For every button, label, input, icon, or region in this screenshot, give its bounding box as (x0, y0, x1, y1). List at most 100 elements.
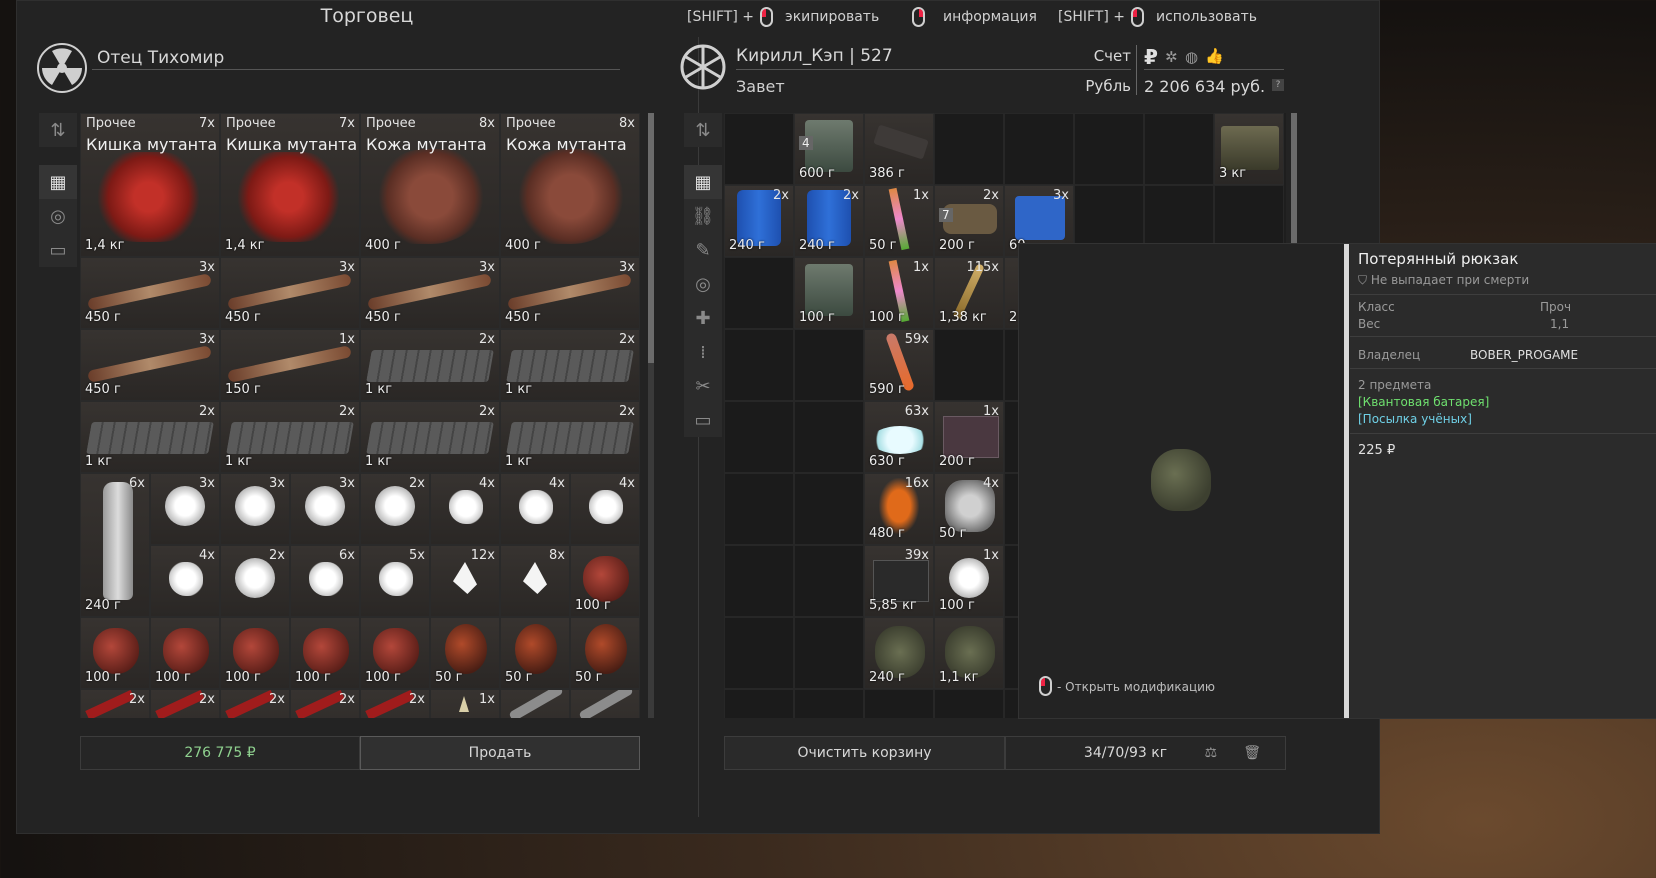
item-cell[interactable]: Прочее Кишка мутанта 7x 1,4 кг (220, 113, 360, 257)
item-cell[interactable] (570, 689, 640, 718)
empty-slot[interactable] (794, 617, 864, 689)
item-cell[interactable]: 4x (150, 545, 220, 617)
item-cell[interactable]: Прочее Кишка мутанта 7x 1,4 кг (80, 113, 220, 257)
item-cell[interactable]: 3x (220, 473, 290, 545)
tools-icon[interactable]: ✂ (684, 369, 722, 403)
item-cell[interactable]: 2x 1 кг (80, 401, 220, 473)
empty-slot[interactable] (724, 113, 794, 185)
empty-slot[interactable] (794, 545, 864, 617)
item-cell[interactable]: 2x 240 г (724, 185, 794, 257)
item-cell[interactable]: 2x (360, 473, 430, 545)
artifact-filter-icon[interactable]: ◎ (39, 199, 77, 233)
knife-icon[interactable]: ✎ (684, 233, 722, 267)
item-cell[interactable]: 100 г (80, 617, 150, 689)
item-cell[interactable]: 3x 450 г (360, 257, 500, 329)
empty-slot[interactable] (794, 473, 864, 545)
ammo-icon[interactable]: ⁞ (684, 335, 722, 369)
item-cell[interactable]: 2x (80, 689, 150, 718)
item-cell[interactable]: 2x 1 кг (360, 401, 500, 473)
item-cell[interactable]: 63x 630 г (864, 401, 934, 473)
item-cell[interactable]: 3x 450 г (500, 257, 640, 329)
item-cell[interactable]: 2x 1 кг (360, 329, 500, 401)
item-cell[interactable]: 12x (430, 545, 500, 617)
item-cell[interactable]: 100 г (794, 257, 864, 329)
item-cell[interactable]: 600 г 4 (794, 113, 864, 185)
item-cell[interactable]: 3x (290, 473, 360, 545)
item-cell[interactable]: 2x (220, 545, 290, 617)
item-cell[interactable]: 50 г (500, 617, 570, 689)
item-cell[interactable]: 100 г (290, 617, 360, 689)
empty-slot[interactable] (794, 329, 864, 401)
item-cell[interactable]: 2x 1 кг (500, 329, 640, 401)
sort-icon[interactable]: ⇅ (39, 113, 77, 147)
item-cell[interactable]: 2x (150, 689, 220, 718)
artifact-filter-icon[interactable]: ◎ (684, 267, 722, 301)
trader-scrollbar[interactable] (648, 113, 654, 718)
sell-button[interactable]: Продать (360, 736, 640, 770)
trash-icon[interactable]: 🗑 (1243, 745, 1261, 761)
item-cell[interactable]: 100 г (220, 617, 290, 689)
item-cell[interactable]: 6x (290, 545, 360, 617)
medkit-icon[interactable]: ✚ (684, 301, 722, 335)
item-cell[interactable]: 4x (570, 473, 640, 545)
item-cell[interactable]: 16x 480 г (864, 473, 934, 545)
empty-slot[interactable] (934, 329, 1004, 401)
item-cell[interactable]: 1x 200 г (934, 401, 1004, 473)
empty-slot[interactable] (724, 545, 794, 617)
gear-icon[interactable]: ✲ (1165, 48, 1178, 66)
item-cell[interactable]: 2x 200 г 7 (934, 185, 1004, 257)
item-cell[interactable]: 39x 5,85 кг (864, 545, 934, 617)
item-cell[interactable]: 1,1 кг (934, 617, 1004, 689)
sort-icon[interactable]: ⇅ (684, 113, 722, 147)
grid-view-icon[interactable]: ▦ (39, 165, 77, 199)
item-cell[interactable]: 1x (430, 689, 500, 718)
item-cell[interactable]: 100 г (360, 617, 430, 689)
item-cell[interactable]: 100 г (570, 545, 640, 617)
item-cell[interactable]: 8x (500, 545, 570, 617)
item-cell[interactable]: 6x 240 г (80, 473, 150, 617)
item-cell[interactable]: 4x (430, 473, 500, 545)
empty-slot[interactable] (724, 473, 794, 545)
empty-slot[interactable] (1144, 113, 1214, 185)
item-cell[interactable]: 4x 50 г (934, 473, 1004, 545)
empty-slot[interactable] (934, 689, 1004, 718)
clear-cart-button[interactable]: Очистить корзину (724, 736, 1005, 770)
empty-slot[interactable] (724, 689, 794, 718)
item-cell[interactable]: 2x 1 кг (220, 401, 360, 473)
item-cell[interactable]: 50 г (430, 617, 500, 689)
archive-icon[interactable]: ▭ (39, 233, 77, 267)
archive-icon[interactable]: ▭ (684, 403, 722, 437)
empty-slot[interactable] (1074, 113, 1144, 185)
item-cell[interactable]: 3 кг (1214, 113, 1284, 185)
item-cell[interactable]: 3x 450 г (220, 257, 360, 329)
item-cell[interactable]: 5x (360, 545, 430, 617)
item-cell[interactable]: 386 г (864, 113, 934, 185)
grid-view-icon[interactable]: ▦ (684, 165, 722, 199)
empty-slot[interactable] (934, 113, 1004, 185)
item-cell[interactable]: 3x 450 г (80, 257, 220, 329)
thumbs-up-icon[interactable]: 👍 (1205, 47, 1224, 65)
item-cell[interactable]: 2x (360, 689, 430, 718)
item-cell[interactable]: 1x 100 г (934, 545, 1004, 617)
item-cell[interactable]: 100 г (150, 617, 220, 689)
item-cell[interactable] (500, 689, 570, 718)
item-cell[interactable]: 1x 50 г (864, 185, 934, 257)
ruble-icon[interactable]: ₽ (1144, 45, 1158, 69)
item-cell[interactable]: 115x 1,38 кг (934, 257, 1004, 329)
item-cell[interactable]: 4x (500, 473, 570, 545)
empty-slot[interactable] (1004, 113, 1074, 185)
item-cell[interactable]: 3x (150, 473, 220, 545)
item-cell[interactable]: 2x (220, 689, 290, 718)
link-icon[interactable]: ⛓ (684, 199, 722, 233)
item-cell[interactable]: 1x 100 г (864, 257, 934, 329)
item-cell[interactable]: Прочее Кожа мутанта 8x 400 г (360, 113, 500, 257)
compass-icon[interactable]: ◍ (1185, 48, 1198, 66)
empty-slot[interactable] (864, 689, 934, 718)
item-cell[interactable]: 59x 590 г (864, 329, 934, 401)
empty-slot[interactable] (794, 401, 864, 473)
item-cell[interactable]: 2x 240 г (794, 185, 864, 257)
trader-scroll-thumb[interactable] (648, 113, 654, 363)
item-cell[interactable]: Прочее Кожа мутанта 8x 400 г (500, 113, 640, 257)
empty-slot[interactable] (724, 401, 794, 473)
help-icon[interactable]: ? (1272, 79, 1284, 91)
